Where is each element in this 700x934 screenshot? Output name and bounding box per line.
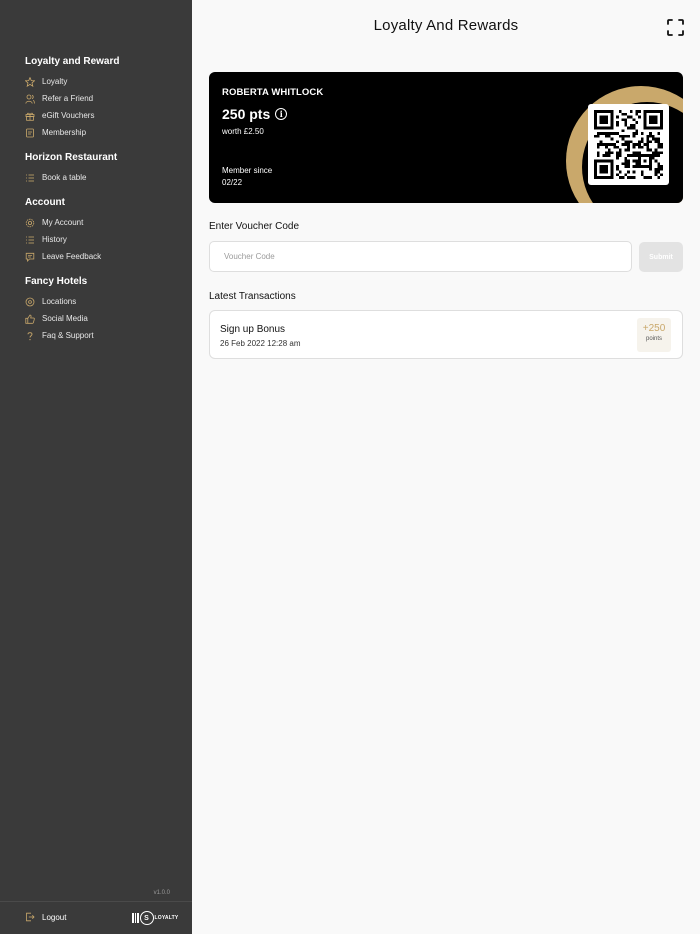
feedback-icon <box>25 252 35 262</box>
qr-code[interactable] <box>588 104 669 185</box>
user-icon <box>25 94 35 104</box>
voucher-label: Enter Voucher Code <box>209 221 300 232</box>
sidebar-item-label: Locations <box>42 297 77 306</box>
transaction-unit: points <box>645 336 662 342</box>
points-balance: 250 pts i <box>222 106 288 122</box>
sidebar-section-account: Account My Account History Leave Feedbac… <box>25 196 185 265</box>
star-icon <box>25 76 35 87</box>
expand-icon[interactable] <box>667 19 684 36</box>
gear-icon <box>25 218 35 228</box>
sidebar-item-label: History <box>42 235 67 244</box>
sidebar-item-my-account[interactable]: My Account <box>25 214 185 231</box>
brand-letter: S <box>139 911 154 925</box>
sidebar-item-loyalty[interactable]: Loyalty <box>25 73 185 90</box>
sidebar-section-horizon-restaurant: Horizon Restaurant Book a table <box>25 151 185 186</box>
transaction-date: 26 Feb 2022 12:28 am <box>220 339 301 348</box>
sidebar-nav: Loyalty and Reward Loyalty Refer a Frien… <box>25 55 185 354</box>
sidebar-item-leave-feedback[interactable]: Leave Feedback <box>25 248 185 265</box>
question-icon <box>25 331 35 341</box>
section-title: Fancy Hotels <box>25 276 88 287</box>
sidebar-item-label: My Account <box>42 218 84 227</box>
sidebar-item-label: Membership <box>42 128 87 137</box>
sidebar: Loyalty and Reward Loyalty Refer a Frien… <box>0 0 192 934</box>
transaction-item[interactable]: Sign up Bonus 26 Feb 2022 12:28 am +250 … <box>209 310 683 359</box>
logout-button[interactable]: Logout <box>25 912 66 922</box>
member-since-label: Member since <box>222 166 273 175</box>
brand-text: LOYALTY <box>154 915 179 921</box>
app-version: v1.0.0 <box>153 890 170 896</box>
sidebar-footer: Logout S LOYALTY <box>0 901 192 934</box>
points-worth: worth £2.50 <box>222 127 264 136</box>
logout-icon <box>25 912 35 922</box>
sidebar-item-label: Book a table <box>42 173 87 182</box>
list-icon <box>25 235 35 245</box>
thumbs-up-icon <box>25 314 35 324</box>
sidebar-item-label: Faq & Support <box>42 331 94 340</box>
transactions-label: Latest Transactions <box>209 291 296 302</box>
section-title: Account <box>25 197 65 208</box>
sidebar-item-membership[interactable]: Membership <box>25 124 185 141</box>
sidebar-item-book-a-table[interactable]: Book a table <box>25 169 185 186</box>
sidebar-section-loyalty: Loyalty and Reward Loyalty Refer a Frien… <box>25 55 185 141</box>
sidebar-item-history[interactable]: History <box>25 231 185 248</box>
sidebar-item-label: Leave Feedback <box>42 252 102 261</box>
sidebar-item-social-media[interactable]: Social Media <box>25 310 185 327</box>
transaction-points-badge: +250 points <box>637 318 671 352</box>
sidebar-item-faq-support[interactable]: Faq & Support <box>25 327 185 344</box>
sidebar-item-refer-a-friend[interactable]: Refer a Friend <box>25 90 185 107</box>
member-name: ROBERTA WHITLOCK <box>222 87 324 98</box>
transaction-title: Sign up Bonus <box>220 324 286 335</box>
brand-bars <box>132 913 139 923</box>
sidebar-item-egift-vouchers[interactable]: eGift Vouchers <box>25 107 185 124</box>
sidebar-item-label: eGift Vouchers <box>42 111 95 120</box>
member-since-date: 02/22 <box>222 178 243 187</box>
brand-logo: S LOYALTY <box>132 911 178 925</box>
page-title: Loyalty And Rewards <box>373 17 519 34</box>
loyalty-card: ROBERTA WHITLOCK 250 pts i worth £2.50 M… <box>209 72 683 203</box>
sidebar-item-label: Social Media <box>42 314 88 323</box>
info-icon[interactable]: i <box>275 108 288 120</box>
gift-icon <box>25 111 35 121</box>
sidebar-section-fancy-hotels: Fancy Hotels Locations Social Media Faq … <box>25 275 185 344</box>
submit-button[interactable]: Submit <box>639 242 683 272</box>
sidebar-item-label: Refer a Friend <box>42 94 94 103</box>
section-title: Loyalty and Reward <box>25 56 120 67</box>
location-pin-icon <box>25 297 35 307</box>
logout-label: Logout <box>42 912 67 922</box>
list-icon <box>25 173 35 183</box>
voucher-code-input[interactable] <box>209 241 632 272</box>
sidebar-item-label: Loyalty <box>42 77 68 86</box>
section-title: Horizon Restaurant <box>25 152 118 163</box>
transaction-amount: +250 <box>642 323 666 334</box>
sidebar-item-locations[interactable]: Locations <box>25 293 185 310</box>
points-value: 250 pts <box>222 106 271 122</box>
card-icon <box>25 128 35 138</box>
